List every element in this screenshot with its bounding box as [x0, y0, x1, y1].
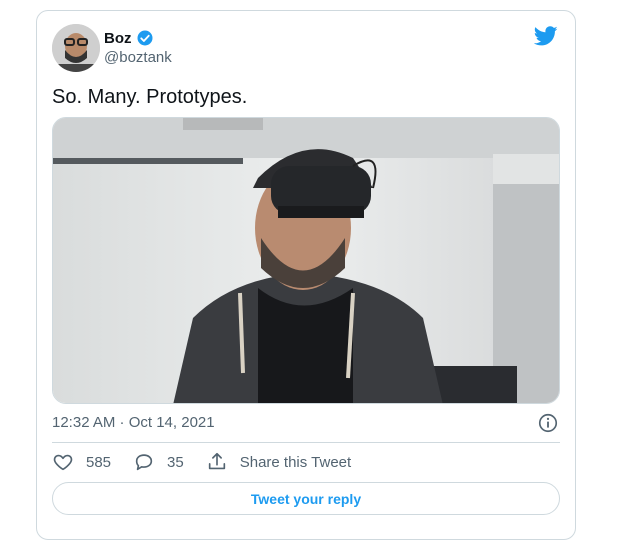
avatar[interactable] [52, 24, 100, 72]
reply-count: 35 [167, 453, 184, 471]
heart-icon [53, 454, 73, 471]
info-icon[interactable] [537, 412, 559, 434]
tweet-timestamp[interactable]: 12:32 AM · Oct 14, 2021 [52, 414, 215, 431]
reply-button[interactable]: 35 [133, 451, 184, 473]
author-name-row[interactable]: Boz [104, 29, 154, 47]
author-name[interactable]: Boz [104, 30, 132, 47]
like-button[interactable]: 585 [52, 451, 111, 473]
vr-headset-photo [53, 118, 559, 403]
twitter-bird-icon[interactable] [534, 24, 558, 48]
share-icon [208, 452, 225, 470]
tweet-text: So. Many. Prototypes. [52, 86, 248, 108]
author-handle[interactable]: @boztank [104, 49, 172, 66]
tweet-your-reply-button[interactable]: Tweet your reply [52, 482, 560, 515]
share-button[interactable]: Share this Tweet [206, 451, 351, 473]
tweet-photo[interactable] [52, 117, 560, 404]
share-label: Share this Tweet [239, 453, 352, 471]
verified-badge-icon [137, 30, 152, 46]
like-count: 585 [86, 453, 112, 471]
tweet-actions: 585 35 Share this Tweet [52, 451, 373, 473]
divider [52, 442, 560, 443]
reply-bubble-icon [135, 454, 153, 471]
